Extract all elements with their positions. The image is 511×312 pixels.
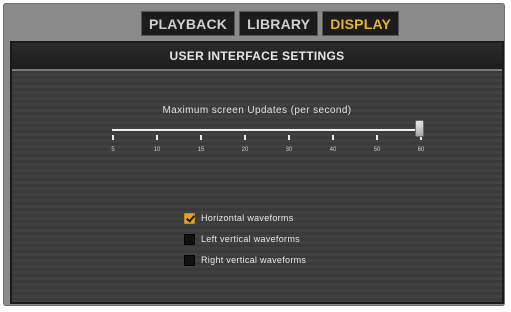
slider-tick-label: 50 bbox=[373, 147, 381, 153]
slider-tick bbox=[156, 135, 158, 140]
tab-bar: PLAYBACK LIBRARY DISPLAY bbox=[141, 11, 400, 36]
slider-tick-label: 15 bbox=[197, 147, 205, 153]
slider-tick-label: 20 bbox=[241, 147, 249, 153]
slider-tick bbox=[332, 135, 334, 140]
slider-tick-label: 40 bbox=[329, 147, 337, 153]
right-vertical-waveforms-label: Right vertical waveforms bbox=[201, 255, 307, 265]
tab-playback[interactable]: PLAYBACK bbox=[141, 11, 236, 36]
user-interface-settings-panel: USER INTERFACE SETTINGS Maximum screen U… bbox=[10, 41, 504, 304]
slider-tick bbox=[288, 135, 290, 140]
slider-thumb[interactable] bbox=[415, 120, 424, 137]
tab-library[interactable]: LIBRARY bbox=[239, 11, 319, 36]
slider-tick bbox=[112, 135, 114, 140]
horizontal-waveforms-label: Horizontal waveforms bbox=[201, 213, 294, 223]
right-vertical-waveforms-checkbox[interactable] bbox=[184, 254, 195, 266]
settings-window: PLAYBACK LIBRARY DISPLAY USER INTERFACE … bbox=[3, 3, 505, 306]
tab-display[interactable]: DISPLAY bbox=[322, 11, 400, 36]
slider-tick-label: 10 bbox=[153, 147, 161, 153]
slider-tick bbox=[200, 135, 202, 140]
horizontal-waveforms-checkbox[interactable] bbox=[184, 212, 195, 224]
option-right-vertical-waveforms[interactable]: Right vertical waveforms bbox=[184, 253, 306, 267]
left-vertical-waveforms-checkbox[interactable] bbox=[184, 233, 195, 245]
left-vertical-waveforms-label: Left vertical waveforms bbox=[201, 234, 300, 244]
panel-title: USER INTERFACE SETTINGS bbox=[12, 43, 502, 71]
option-left-vertical-waveforms[interactable]: Left vertical waveforms bbox=[184, 232, 300, 246]
screen-updates-slider-label: Maximum screen Updates (per second) bbox=[162, 105, 352, 116]
slider-tick-label: 5 bbox=[111, 147, 115, 153]
slider-tick-label: 30 bbox=[285, 147, 293, 153]
option-horizontal-waveforms[interactable]: Horizontal waveforms bbox=[184, 211, 294, 225]
screen-updates-slider-track[interactable] bbox=[112, 129, 422, 131]
slider-tick bbox=[376, 135, 378, 140]
slider-tick-label: 60 bbox=[417, 147, 425, 153]
slider-tick bbox=[244, 135, 246, 140]
